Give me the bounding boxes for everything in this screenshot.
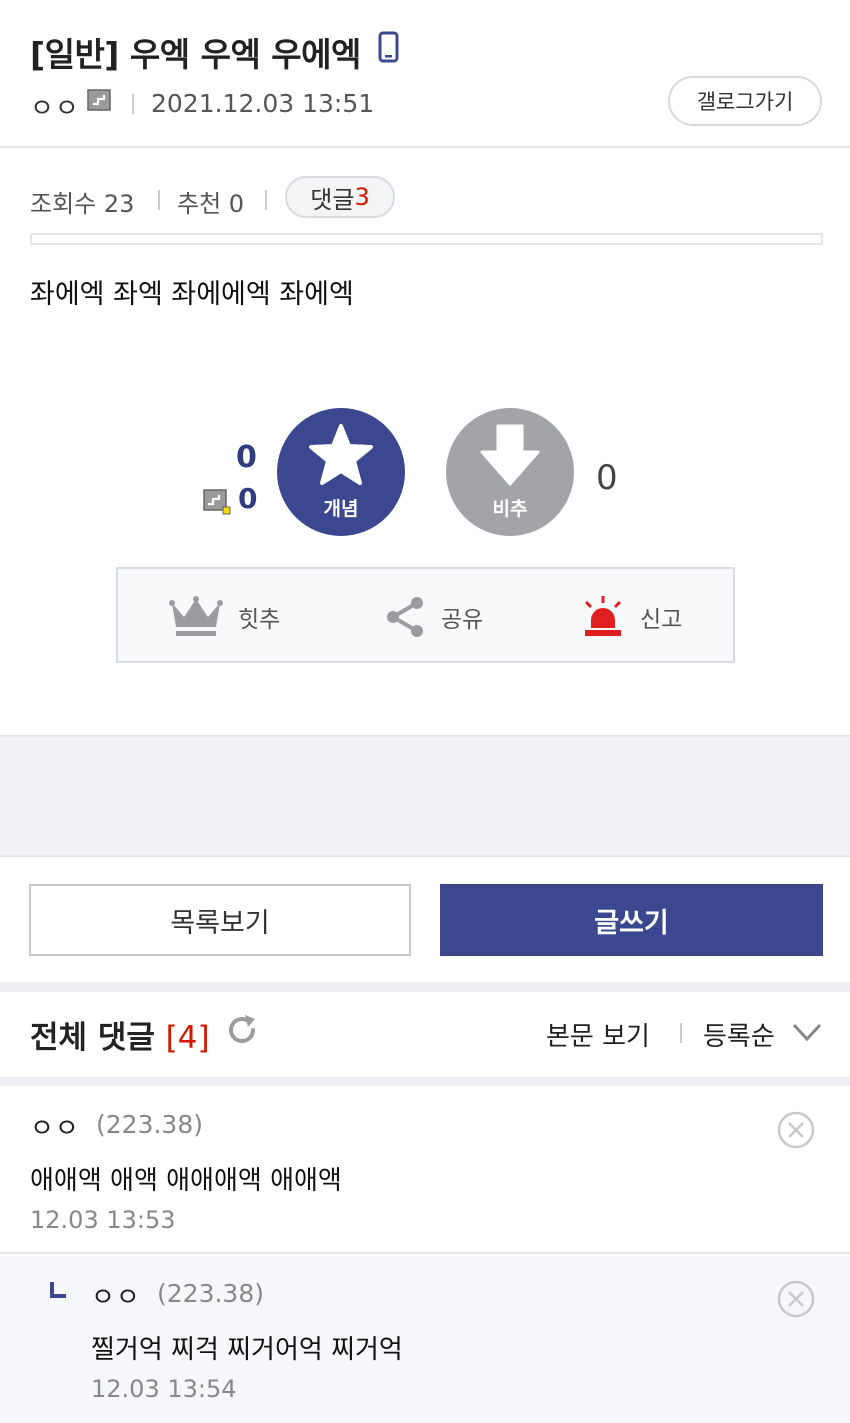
delete-icon[interactable] <box>777 1111 815 1149</box>
refresh-icon[interactable] <box>226 1014 258 1046</box>
down-arrow-icon <box>480 424 540 486</box>
content-divider <box>30 233 823 245</box>
upvote-label: 개념 <box>323 498 359 520</box>
reply-item: ㅇㅇ (223.38) 찔거억 찌걱 찌거어억 찌거억 12.03 13:54 <box>0 1256 850 1423</box>
post-title: [일반] 우엑 우엑 우에엑 <box>30 35 361 74</box>
share-button[interactable]: 공유 <box>383 595 483 639</box>
downvote-button[interactable]: 비추 <box>446 408 574 536</box>
comment-author[interactable]: ㅇㅇ <box>30 1108 80 1145</box>
comment-item: ㅇㅇ (223.38) 애애액 애액 애애애액 애애액 12.03 13:53 <box>0 1086 850 1254</box>
comments-total-count: [4] <box>165 1020 210 1056</box>
report-label: 신고 <box>640 607 683 633</box>
hit-recommend-button[interactable]: 힛추 <box>168 595 280 639</box>
write-button[interactable]: 글쓰기 <box>440 884 823 956</box>
writer-name[interactable]: ㅇㅇ <box>30 88 80 125</box>
mobile-icon <box>378 31 399 63</box>
upvote-button[interactable]: 개념 <box>277 408 405 536</box>
chevron-down-icon[interactable] <box>792 1022 822 1042</box>
post-actions: 힛추 공유 신고 <box>116 567 735 663</box>
delete-icon[interactable] <box>777 1280 815 1318</box>
recommend-count: 추천 0 <box>177 190 245 218</box>
reply-icon <box>50 1282 66 1298</box>
view-body-button[interactable]: 본문 보기 <box>546 1016 650 1053</box>
comment-ip: (223.38) <box>96 1110 203 1139</box>
hit-recommend-label: 힛추 <box>238 607 281 633</box>
header-divider <box>680 1023 682 1043</box>
comments-title-label: 전체 댓글 <box>30 1020 155 1056</box>
comment-count-button[interactable]: 댓글 3 <box>285 176 395 218</box>
comment-count-number: 3 <box>354 183 370 211</box>
post-body: 좌에엑 좌엑 좌에에엑 좌에엑 <box>30 279 354 310</box>
comment-count-label: 댓글 <box>310 185 355 214</box>
comment-text: 애애액 애액 애애애액 애애액 <box>30 1166 342 1196</box>
downvote-count: 0 <box>596 458 618 498</box>
list-button[interactable]: 목록보기 <box>29 884 411 956</box>
share-icon <box>387 597 423 637</box>
fixed-user-icon <box>203 489 231 515</box>
stats-divider <box>158 190 160 210</box>
comment-time: 12.03 13:54 <box>91 1375 237 1403</box>
comment-time: 12.03 13:53 <box>30 1206 176 1234</box>
ad-area <box>0 735 850 857</box>
comment-ip: (223.38) <box>157 1279 264 1308</box>
section-divider <box>0 1077 850 1086</box>
upvote-count: 0 <box>236 440 257 475</box>
comment-author[interactable]: ㅇㅇ <box>91 1277 141 1314</box>
fixed-user-icon <box>87 89 111 111</box>
view-count: 조회수 23 <box>30 190 135 218</box>
gallog-button[interactable]: 갤로그가기 <box>668 76 822 126</box>
comments-title: 전체 댓글 [4] <box>30 1012 210 1057</box>
comment-text: 찔거억 찌걱 찌거어억 찌거억 <box>91 1335 403 1365</box>
crown-icon <box>169 596 223 636</box>
meta-divider <box>132 94 134 114</box>
post-header: [일반] 우엑 우엑 우에엑 ㅇㅇ 2021.12.03 13:51 갤로그가기 <box>0 0 850 148</box>
siren-icon <box>584 596 622 636</box>
fixed-upvote-count: 0 <box>238 482 258 515</box>
post-date: 2021.12.03 13:51 <box>151 89 375 118</box>
stats-divider <box>265 190 267 210</box>
section-divider <box>0 982 850 992</box>
downvote-label: 비추 <box>492 498 528 520</box>
sort-dropdown[interactable]: 등록순 <box>703 1016 775 1053</box>
report-button[interactable]: 신고 <box>580 595 682 639</box>
share-label: 공유 <box>441 607 484 633</box>
star-icon <box>309 424 373 485</box>
